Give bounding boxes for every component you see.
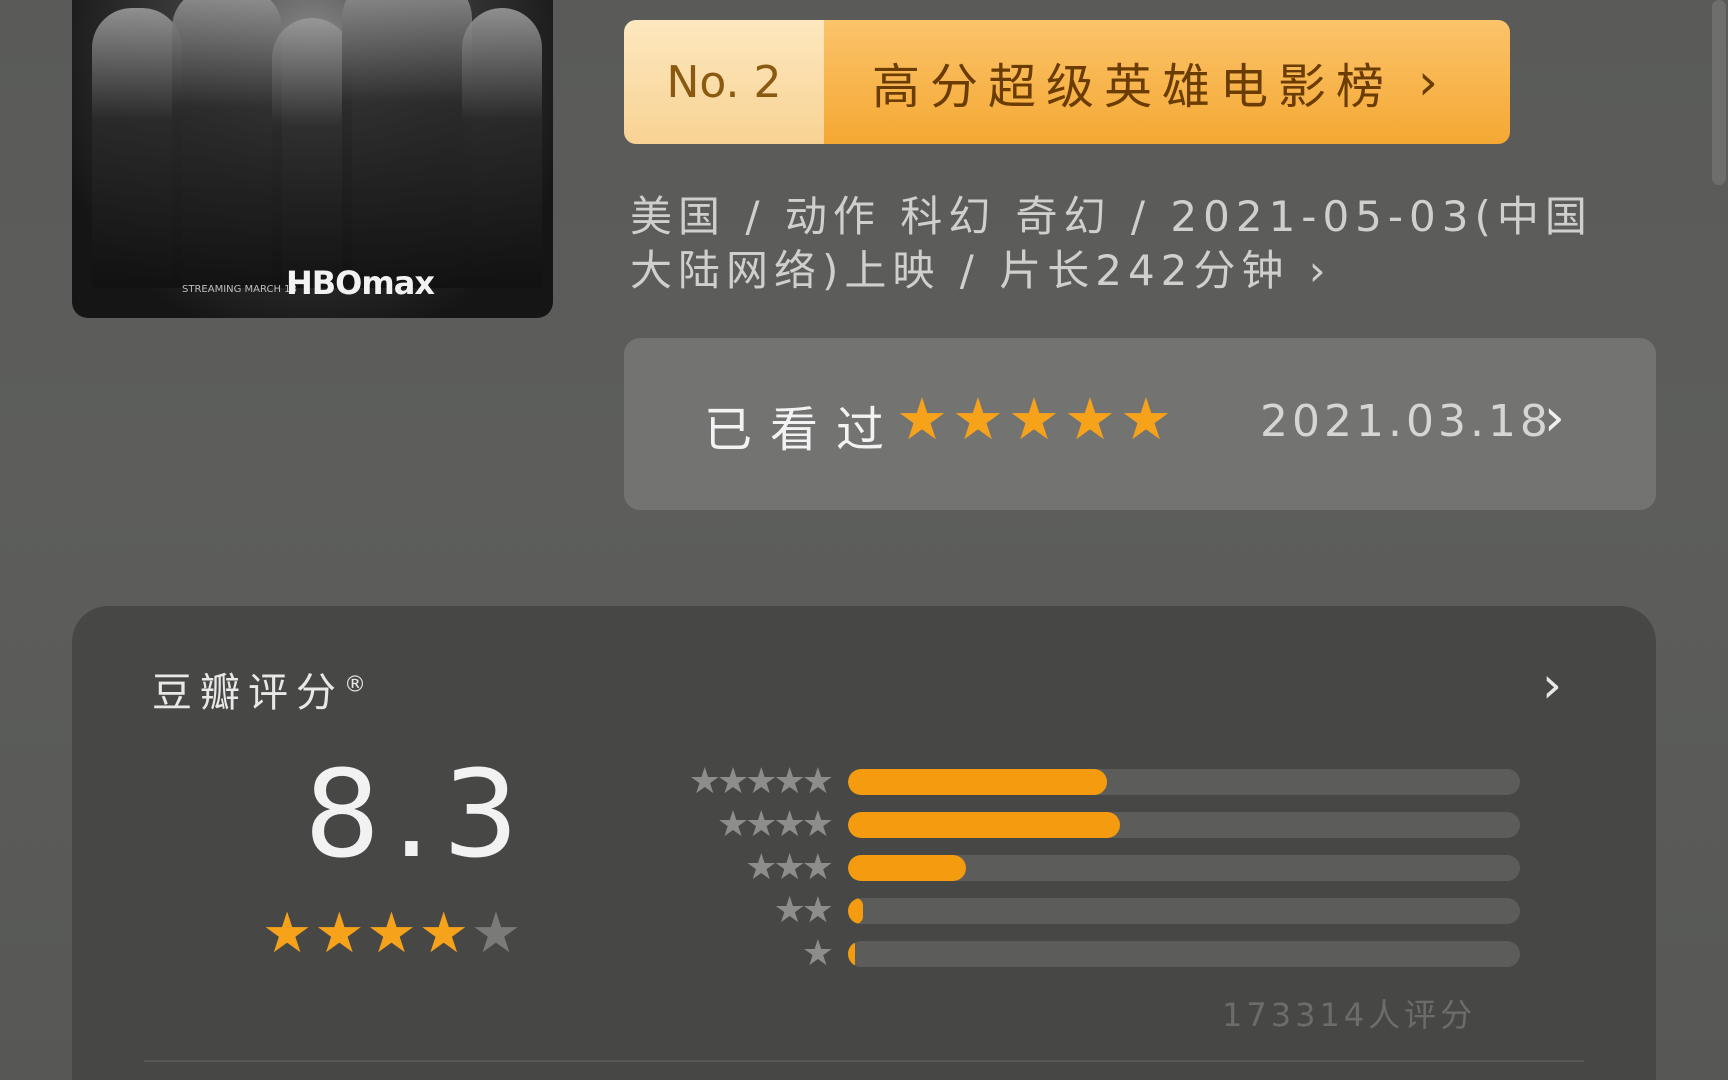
row-stars-icon: ★★★★ — [716, 804, 834, 845]
rank-list-label: 高分超级英雄电影榜 — [872, 59, 1395, 115]
distribution-row-1-star: ★ — [602, 932, 1520, 975]
distribution-track — [848, 854, 1520, 881]
distribution-fill — [848, 854, 966, 881]
row-stars-icon: ★★★★★ — [688, 761, 834, 802]
star-icon: ★ — [952, 385, 1004, 453]
rating-title-text: 豆瓣评分 — [152, 670, 344, 716]
star-icon: ★ — [418, 901, 469, 966]
distribution-row-4-star: ★★★★ — [602, 803, 1520, 846]
star-icon: ★ — [366, 901, 417, 966]
star-icon: ★ — [896, 385, 948, 453]
star-icon: ★ — [314, 901, 365, 966]
distribution-track — [848, 768, 1520, 795]
movie-poster[interactable]: STREAMING MARCH 18 HBOmax — [72, 0, 553, 318]
rating-score: 8.3 — [304, 746, 531, 885]
user-rating-stars: ★ ★ ★ ★ ★ — [896, 390, 1172, 448]
douban-rating-card[interactable]: 豆瓣评分® › 8.3 ★ ★ ★ ★ ★ ★★★★★ ★★★★ ★★★ ★★ ★ 173314… — [72, 606, 1656, 1080]
distribution-row-5-star: ★★★★★ — [602, 760, 1520, 803]
distribution-fill — [848, 768, 1107, 795]
row-stars-icon: ★★ — [773, 890, 834, 931]
star-icon: ★ — [470, 901, 522, 966]
star-icon: ★ — [1064, 385, 1116, 453]
poster-tagline: STREAMING MARCH 18 — [182, 284, 297, 295]
chevron-right-icon: › — [1544, 388, 1565, 448]
watched-date: 2021.03.18 — [1260, 396, 1552, 447]
distribution-track — [848, 897, 1520, 924]
distribution-track — [848, 940, 1520, 967]
row-stars-icon: ★ — [801, 933, 834, 974]
chevron-right-icon[interactable]: › — [1542, 656, 1562, 714]
registered-mark: ® — [344, 672, 366, 698]
rank-number: No. 2 — [624, 20, 824, 144]
row-stars-icon: ★★★ — [745, 847, 834, 888]
distribution-track — [848, 811, 1520, 838]
star-icon: ★ — [262, 901, 313, 966]
score-stars: ★ ★ ★ ★ ★ — [262, 906, 521, 962]
divider — [144, 1060, 1584, 1062]
rank-list-title: 高分超级英雄电影榜 › — [824, 20, 1510, 144]
distribution-fill — [848, 811, 1121, 838]
distribution-fill — [848, 897, 864, 924]
rating-count: 173314人评分 — [1222, 996, 1477, 1034]
movie-meta-info[interactable]: 美国 / 动作 科幻 奇幻 / 2021-05-03(中国大陆网络)上映 / 片… — [630, 190, 1630, 298]
scrollbar[interactable] — [1712, 0, 1726, 185]
distribution-row-3-star: ★★★ — [602, 846, 1520, 889]
watched-label: 已看过 — [704, 402, 903, 458]
hbomax-logo: HBOmax — [286, 264, 435, 302]
star-icon: ★ — [1008, 385, 1060, 453]
chevron-right-icon: › — [1418, 53, 1439, 111]
rating-distribution: ★★★★★ ★★★★ ★★★ ★★ ★ — [602, 760, 1520, 975]
rating-title: 豆瓣评分® — [152, 660, 366, 718]
watched-card[interactable]: 已看过 ★ ★ ★ ★ ★ 2021.03.18 › — [624, 338, 1656, 510]
rank-banner[interactable]: No. 2 高分超级英雄电影榜 › — [624, 20, 1510, 144]
distribution-fill — [848, 940, 855, 967]
distribution-row-2-star: ★★ — [602, 889, 1520, 932]
star-icon: ★ — [1120, 385, 1172, 453]
